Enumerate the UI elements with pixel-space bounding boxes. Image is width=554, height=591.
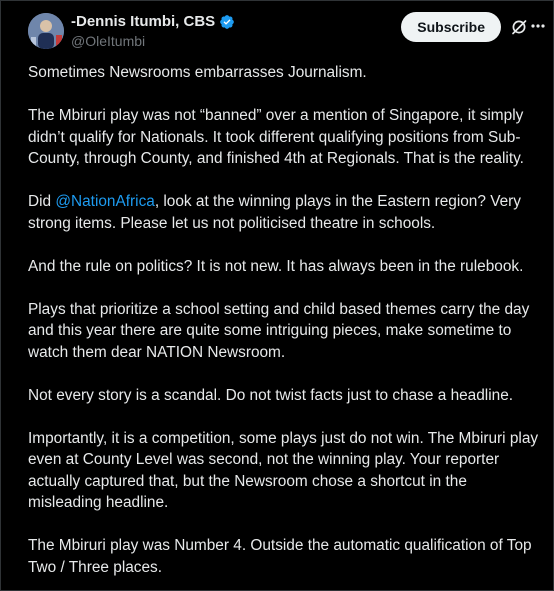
post-paragraph: The Mbiruri play was Number 4. Outside t… [28,537,532,576]
post-paragraph: Plays that prioritize a school setting a… [28,300,530,361]
more-options-icon[interactable] [529,17,547,35]
avatar-image [28,13,64,49]
author-display-name[interactable]: -Dennis Itumbi, CBS [71,13,215,31]
post-text: Did [28,193,56,210]
post-paragraph: The Mbiruri play was not “banned” over a… [28,107,524,167]
post-body: Sometimes Newsrooms embarrasses Journali… [28,62,543,590]
author-names: -Dennis Itumbi, CBS @OleItumbi [71,13,235,50]
post-paragraph-with-mention: Did @NationAfrica, look at the winning p… [28,191,543,234]
verified-badge-icon[interactable] [219,14,235,30]
post-paragraph: And the rule on politics? It is not new.… [28,257,524,275]
post-header: -Dennis Itumbi, CBS @OleItumbi Subscribe [28,11,545,51]
post-paragraph: Importantly, it is a competition, some p… [28,429,539,512]
grok-icon[interactable] [511,19,527,35]
post-paragraph: Sometimes Newsrooms embarrasses Journali… [28,64,367,81]
post-paragraph: Not every story is a scandal. Do not twi… [28,386,514,404]
mention-link[interactable]: @NationAfrica [55,193,154,210]
post-container: -Dennis Itumbi, CBS @OleItumbi Subscribe [0,0,554,591]
avatar[interactable] [28,13,64,49]
subscribe-button[interactable]: Subscribe [401,12,501,42]
author-display-name-row[interactable]: -Dennis Itumbi, CBS [71,13,235,31]
author-handle[interactable]: @OleItumbi [71,32,235,50]
